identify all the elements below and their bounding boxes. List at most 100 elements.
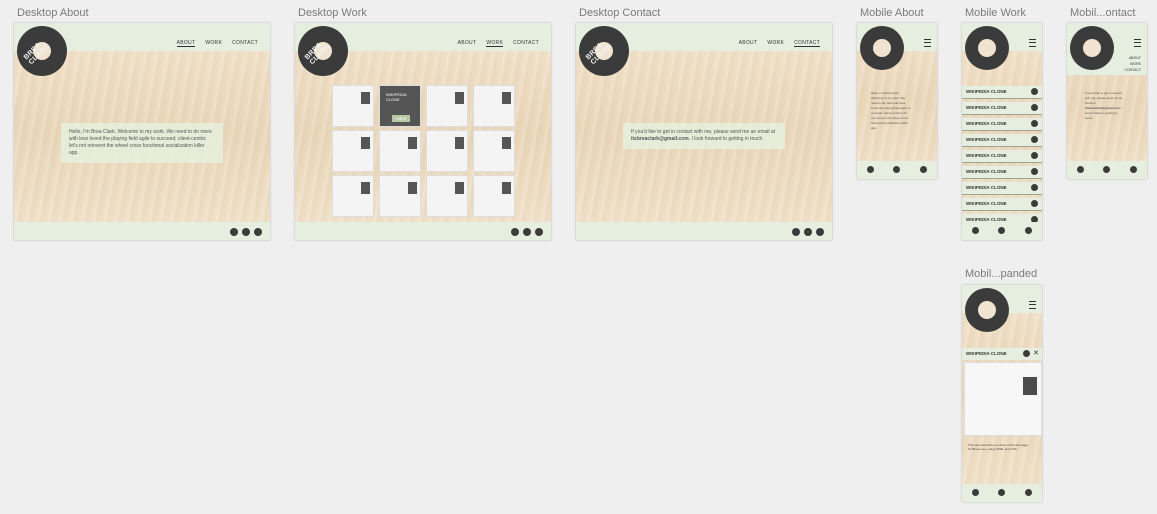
social-links [792,228,824,236]
github-icon[interactable] [1031,120,1038,127]
label-desktop-contact[interactable]: Desktop Contact [579,7,660,19]
github-icon[interactable] [242,228,250,236]
linkedin-icon[interactable] [971,227,979,234]
work-card[interactable] [332,175,374,217]
social-links [962,227,1042,234]
artboard-desktop-work[interactable]: BREA CLARK ABOUT WORK CONTACT WIKIPEDIA … [295,23,551,240]
linkedin-icon[interactable] [511,228,519,236]
github-icon[interactable] [1031,168,1038,175]
logo[interactable]: BREA CLARK [298,26,348,76]
work-card[interactable] [379,175,421,217]
work-item[interactable]: WIKIPEDIA CLONE [962,198,1042,211]
expanded-header[interactable]: WIKIPEDIA CLONE ✕ [962,348,1042,360]
overlay-button[interactable]: VIEW [392,115,411,122]
linkedin-icon[interactable] [792,228,800,236]
nav-about[interactable]: ABOUT [458,40,477,47]
logo[interactable]: BREA CLARK [17,26,67,76]
artboard-mobile-work[interactable]: WIKIPEDIA CLONE WIKIPEDIA CLONE WIKIPEDI… [962,23,1042,240]
nav-work[interactable]: WORK [767,40,784,47]
mail-icon[interactable] [1130,166,1138,173]
mail-icon[interactable] [816,228,824,236]
github-icon[interactable] [1023,350,1030,357]
github-icon[interactable] [523,228,531,236]
work-item[interactable]: WIKIPEDIA CLONE [962,134,1042,147]
work-card-hover[interactable]: WIKIPEDIA CLONE VIEW [379,85,421,127]
close-icon[interactable]: ✕ [1033,349,1039,357]
project-preview [964,362,1042,436]
work-card[interactable] [473,175,515,217]
artboard-mobile-about[interactable]: Hello, I'm Brea Clark. Welcome to my wor… [857,23,937,179]
label-mobile-work[interactable]: Mobile Work [965,7,1026,19]
work-card[interactable] [332,130,374,172]
github-icon[interactable] [1031,184,1038,191]
label-mobile-expanded[interactable]: Mobil...panded [965,268,1037,280]
artboard-desktop-about[interactable]: BREA CLARK ABOUT WORK CONTACT Hello, I'm… [14,23,270,240]
mail-icon[interactable] [535,228,543,236]
nav-contact[interactable]: CONTACT [794,40,820,47]
hamburger-icon[interactable] [924,39,931,47]
label-mobile-about[interactable]: Mobile About [860,7,924,19]
github-icon[interactable] [1031,136,1038,143]
logo[interactable] [965,26,1009,70]
mail-icon[interactable] [254,228,262,236]
label-mobile-contact[interactable]: Mobil...ontact [1070,7,1135,19]
social-links [230,228,262,236]
label-desktop-about[interactable]: Desktop About [17,7,89,19]
work-card[interactable] [426,85,468,127]
artboard-mobile-contact[interactable]: ABOUT WORK CONTACT If you'd like to get … [1067,23,1147,179]
work-item[interactable]: WIKIPEDIA CLONE [962,102,1042,115]
hamburger-icon[interactable] [1029,39,1036,47]
contact-line2: . I look forward to getting in touch. [688,136,764,142]
github-icon[interactable] [1031,88,1038,95]
hamburger-icon[interactable] [1134,39,1141,47]
logo[interactable]: BREA CLARK [579,26,629,76]
hamburger-icon[interactable] [1029,301,1036,309]
work-card[interactable] [426,175,468,217]
work-item[interactable]: WIKIPEDIA CLONE [962,118,1042,131]
work-card[interactable] [426,130,468,172]
work-item[interactable]: WIKIPEDIA CLONE [962,182,1042,195]
linkedin-icon[interactable] [1076,166,1084,173]
nav-contact[interactable]: CONTACT [232,40,258,47]
work-card[interactable] [473,85,515,127]
nav-work[interactable]: WORK [205,40,222,47]
work-card[interactable] [332,85,374,127]
label-desktop-work[interactable]: Desktop Work [298,7,367,19]
nav-about[interactable]: ABOUT [176,40,196,47]
overlay-title: WIKIPEDIA CLONE [386,92,407,102]
artboard-desktop-contact[interactable]: BREA CLARK ABOUT WORK CONTACT If you'd l… [576,23,832,240]
github-icon[interactable] [1031,152,1038,159]
contact-email[interactable]: itsbreaclark@gmail.com [631,136,689,142]
work-card[interactable] [473,130,515,172]
nav-contact[interactable]: CONTACT [513,40,539,47]
work-item[interactable]: WIKIPEDIA CLONE [962,150,1042,163]
linkedin-icon[interactable] [230,228,238,236]
logo[interactable] [965,288,1009,332]
github-icon[interactable] [1103,166,1111,173]
github-icon[interactable] [804,228,812,236]
artboard-mobile-expanded[interactable]: WIKIPEDIA CLONE ✕ This site was built as… [962,285,1042,502]
linkedin-icon[interactable] [866,166,874,173]
nav: ABOUT WORK CONTACT [739,40,820,47]
logo[interactable] [860,26,904,70]
logo[interactable] [1070,26,1114,70]
work-item[interactable]: WIKIPEDIA CLONE [962,166,1042,179]
social-links [962,489,1042,496]
work-item[interactable]: WIKIPEDIA CLONE [962,86,1042,99]
menu-contact[interactable]: CONTACT [1124,67,1141,73]
mail-icon[interactable] [920,166,928,173]
about-text: Hello, I'm Brea Clark. Welcome to my wor… [61,123,223,163]
github-icon[interactable] [998,489,1006,496]
mail-icon[interactable] [1025,489,1033,496]
mail-icon[interactable] [1025,227,1033,234]
github-icon[interactable] [893,166,901,173]
github-icon[interactable] [998,227,1006,234]
linkedin-icon[interactable] [971,489,979,496]
github-icon[interactable] [1031,104,1038,111]
github-icon[interactable] [1031,200,1038,207]
nav-about[interactable]: ABOUT [739,40,758,47]
nav-work[interactable]: WORK [486,40,504,47]
social-links [511,228,543,236]
work-card[interactable] [379,130,421,172]
nav: ABOUT WORK CONTACT [458,40,539,47]
